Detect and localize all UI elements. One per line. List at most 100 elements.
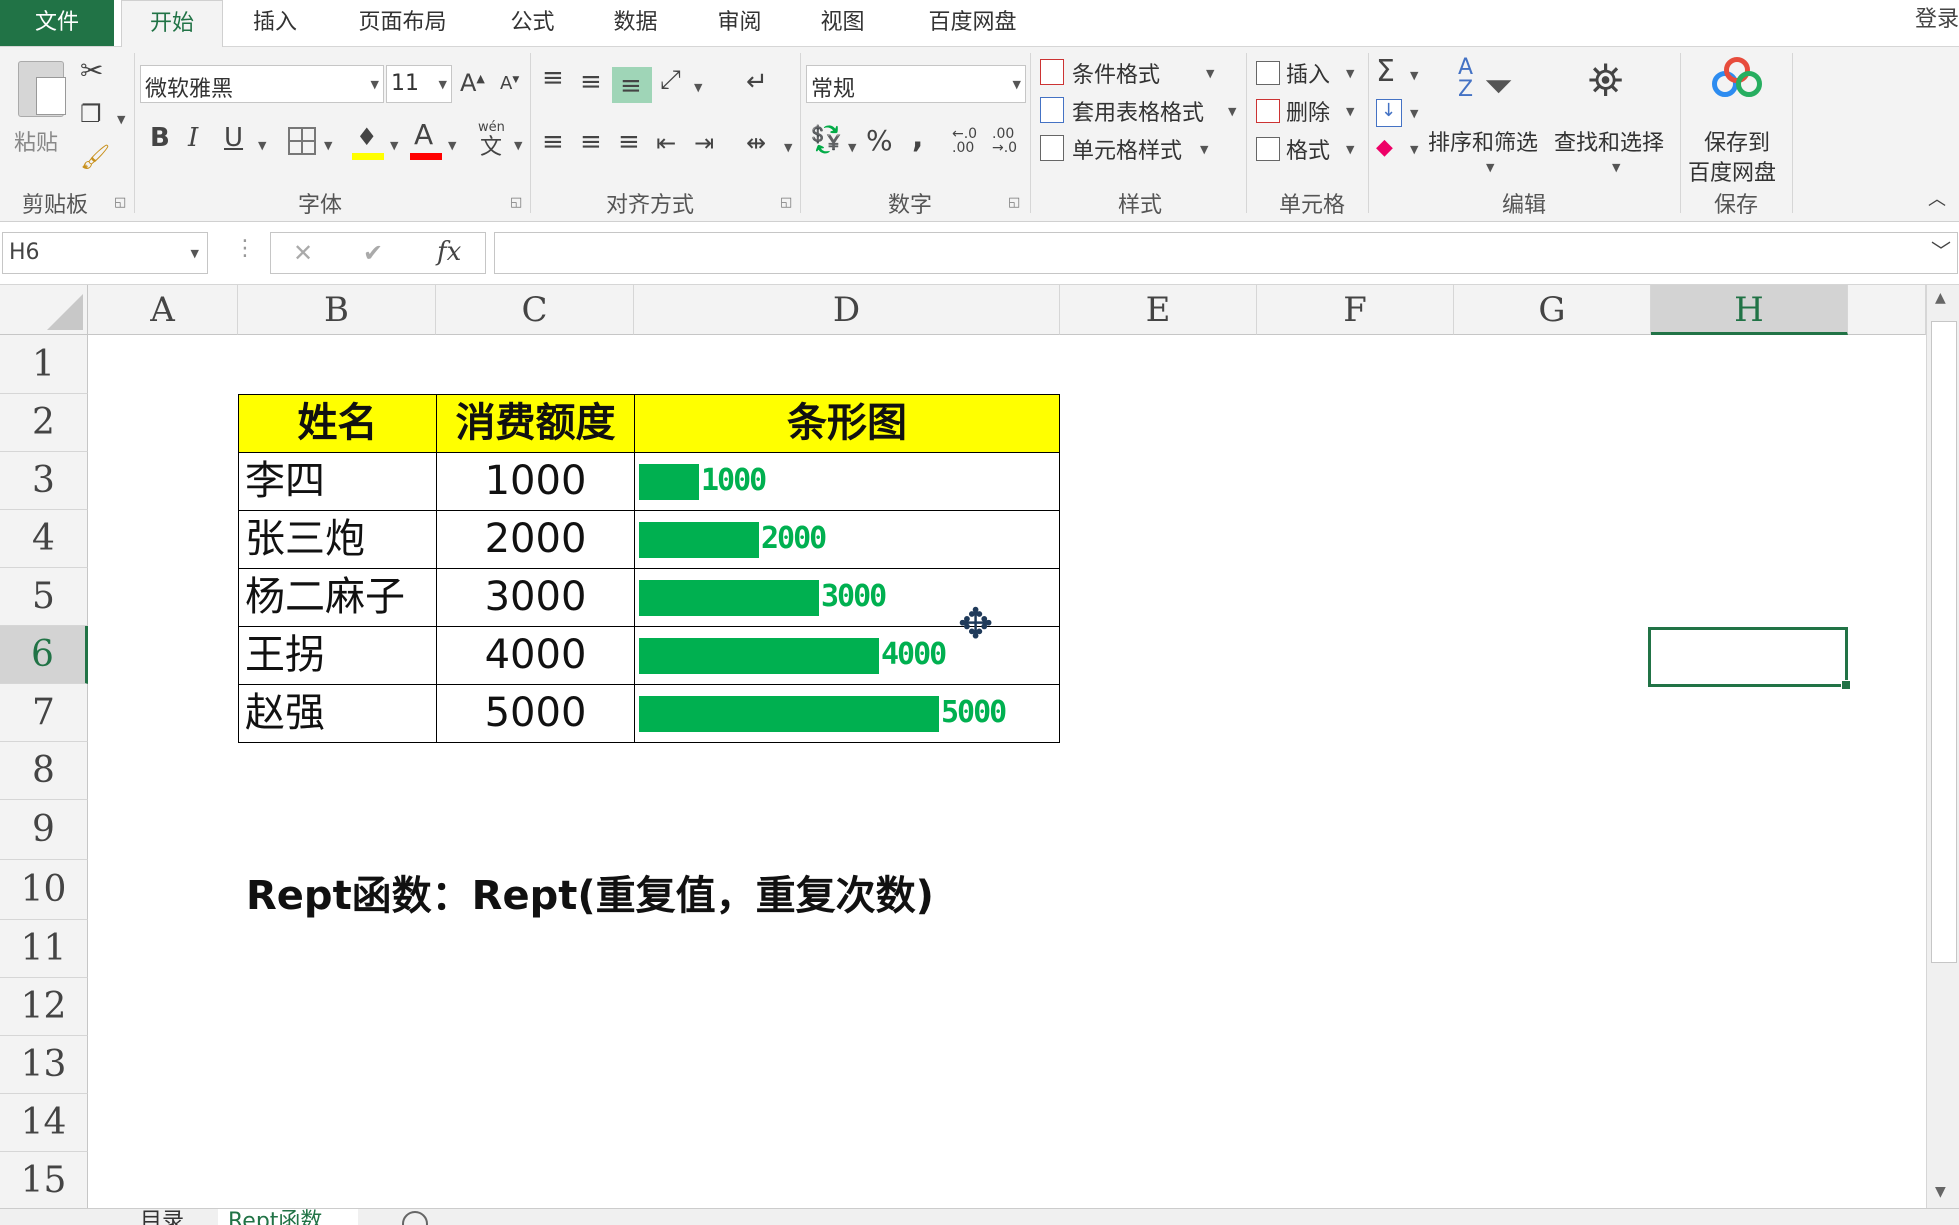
- delete-cells-button[interactable]: 删除 ▼: [1254, 93, 1364, 127]
- shrink-font-icon[interactable]: A▼: [500, 75, 519, 93]
- scroll-down-icon[interactable]: ▼: [1935, 1185, 1946, 1199]
- selected-cell-h6[interactable]: [1648, 627, 1851, 690]
- wrap-text-icon[interactable]: ↵: [746, 69, 768, 95]
- autosum-dropdown-icon[interactable]: ▼: [1410, 69, 1418, 82]
- underline-button[interactable]: U: [224, 125, 243, 151]
- orientation-dropdown-icon[interactable]: ▼: [694, 81, 702, 94]
- row-header-4[interactable]: 4: [0, 510, 88, 568]
- table-cell-name[interactable]: 赵强: [238, 684, 437, 743]
- increase-indent-icon[interactable]: ⇥: [694, 131, 714, 155]
- tab-file[interactable]: 文件: [0, 0, 114, 46]
- row-header-12[interactable]: 12: [0, 978, 88, 1036]
- align-right-icon[interactable]: ≡: [618, 129, 640, 155]
- scroll-up-icon[interactable]: ▲: [1935, 291, 1946, 305]
- bold-button[interactable]: B: [150, 125, 170, 151]
- format-painter-icon[interactable]: 🖌: [80, 145, 110, 169]
- paste-button[interactable]: 粘贴: [12, 55, 72, 167]
- column-header-h[interactable]: H: [1651, 285, 1848, 335]
- number-launcher-icon[interactable]: ◱: [1008, 195, 1020, 210]
- tab-page-layout[interactable]: 页面布局: [345, 0, 460, 46]
- login-link[interactable]: 登录: [1915, 0, 1959, 40]
- rept-function-note[interactable]: Rept函数：Rept(重复值，重复次数): [246, 863, 934, 921]
- tab-formulas[interactable]: 公式: [500, 0, 565, 46]
- table-cell-amount[interactable]: 1000: [436, 452, 635, 511]
- clear-icon[interactable]: ◆: [1376, 137, 1393, 159]
- fill-dropdown-icon[interactable]: ▼: [1410, 107, 1418, 120]
- merge-center-icon[interactable]: ⇹: [746, 131, 766, 155]
- borders-dropdown-icon[interactable]: ▼: [324, 139, 332, 152]
- merge-dropdown-icon[interactable]: ▼: [784, 141, 792, 154]
- accounting-dropdown-icon[interactable]: ▼: [848, 141, 856, 154]
- table-cell-bar[interactable]: 4000: [634, 626, 1060, 685]
- fill-down-icon[interactable]: ↓: [1376, 99, 1402, 127]
- tab-insert[interactable]: 插入: [240, 0, 310, 46]
- cell-styles-button[interactable]: 单元格样式 ▼: [1038, 131, 1238, 165]
- tab-home[interactable]: 开始: [121, 0, 223, 48]
- row-header-8[interactable]: 8: [0, 742, 88, 800]
- orientation-icon[interactable]: ⤢: [660, 67, 681, 93]
- increase-decimal-icon[interactable]: ←.0.00: [952, 127, 977, 155]
- table-cell-amount[interactable]: 3000: [436, 568, 635, 627]
- number-format-select[interactable]: 常规 ▼: [806, 65, 1026, 103]
- fill-handle[interactable]: [1841, 680, 1851, 690]
- table-cell-name[interactable]: 李四: [238, 452, 437, 511]
- collapse-ribbon-icon[interactable]: ︿: [1928, 191, 1946, 209]
- comma-style-button[interactable]: ,: [912, 123, 923, 153]
- column-header-c[interactable]: C: [436, 285, 634, 335]
- row-header-5[interactable]: 5: [0, 568, 88, 626]
- font-color-icon[interactable]: A: [410, 121, 444, 161]
- row-header-13[interactable]: 13: [0, 1036, 88, 1094]
- row-header-14[interactable]: 14: [0, 1094, 88, 1152]
- table-cell-name[interactable]: 杨二麻子: [238, 568, 437, 627]
- fill-color-icon[interactable]: ♦: [352, 125, 386, 161]
- table-header-name[interactable]: 姓名: [238, 394, 437, 453]
- table-cell-name[interactable]: 王拐: [238, 626, 437, 685]
- font-launcher-icon[interactable]: ◱: [510, 195, 522, 210]
- tab-data[interactable]: 数据: [603, 0, 668, 46]
- tab-view[interactable]: 视图: [810, 0, 875, 46]
- underline-dropdown-icon[interactable]: ▼: [258, 139, 266, 152]
- table-header-bar-chart[interactable]: 条形图: [634, 394, 1060, 453]
- vertical-scrollbar[interactable]: ▲ ▼: [1926, 285, 1959, 1215]
- name-box[interactable]: H6 ▼: [2, 232, 208, 274]
- copy-dropdown-icon[interactable]: ▼: [117, 113, 125, 126]
- row-header-6[interactable]: 6: [0, 626, 88, 684]
- save-to-baidu-button[interactable]: 保存到 百度网盘: [1684, 55, 1788, 186]
- cut-icon[interactable]: ✂: [80, 57, 103, 85]
- font-color-dropdown-icon[interactable]: ▼: [448, 139, 456, 152]
- insert-cells-button[interactable]: 插入 ▼: [1254, 55, 1364, 89]
- clear-dropdown-icon[interactable]: ▼: [1410, 143, 1418, 156]
- row-header-3[interactable]: 3: [0, 452, 88, 510]
- column-header-a[interactable]: A: [88, 285, 238, 335]
- row-header-1[interactable]: 1: [0, 335, 88, 394]
- sheet-tab-directory[interactable]: 目录: [140, 1211, 184, 1225]
- row-header-15[interactable]: 15: [0, 1152, 88, 1210]
- enter-icon[interactable]: ✔: [363, 241, 383, 265]
- tab-baidu-netdisk[interactable]: 百度网盘: [915, 0, 1030, 46]
- column-header-d[interactable]: D: [634, 285, 1060, 335]
- align-bottom-icon[interactable]: ≡: [612, 67, 652, 103]
- conditional-formatting-button[interactable]: 条件格式 ▼: [1038, 55, 1238, 89]
- table-cell-bar[interactable]: 1000: [634, 452, 1060, 511]
- decrease-decimal-icon[interactable]: .00 →.0: [992, 127, 1017, 155]
- alignment-launcher-icon[interactable]: ◱: [780, 195, 792, 210]
- scroll-thumb[interactable]: [1931, 321, 1957, 963]
- autosum-button[interactable]: Σ: [1376, 57, 1395, 87]
- table-cell-bar[interactable]: 5000: [634, 684, 1060, 743]
- table-cell-amount[interactable]: 2000: [436, 510, 635, 569]
- format-as-table-button[interactable]: 套用表格格式 ▼: [1038, 93, 1238, 127]
- find-select-button[interactable]: ⛯ 查找和选择 ▼: [1552, 55, 1678, 185]
- clipboard-launcher-icon[interactable]: ◱: [114, 195, 126, 210]
- align-top-icon[interactable]: ≡: [542, 65, 564, 91]
- select-all-corner[interactable]: [0, 285, 88, 335]
- decrease-indent-icon[interactable]: ⇤: [656, 131, 676, 155]
- formula-input[interactable]: ﹀: [494, 232, 1958, 274]
- grow-font-icon[interactable]: A▲: [460, 71, 485, 95]
- row-header-2[interactable]: 2: [0, 394, 88, 452]
- copy-icon[interactable]: ❐: [80, 102, 102, 126]
- row-header-10[interactable]: 10: [0, 860, 88, 920]
- column-header-e[interactable]: E: [1060, 285, 1257, 335]
- percent-style-button[interactable]: %: [866, 127, 893, 155]
- fill-color-dropdown-icon[interactable]: ▼: [390, 139, 398, 152]
- align-center-icon[interactable]: ≡: [580, 129, 602, 155]
